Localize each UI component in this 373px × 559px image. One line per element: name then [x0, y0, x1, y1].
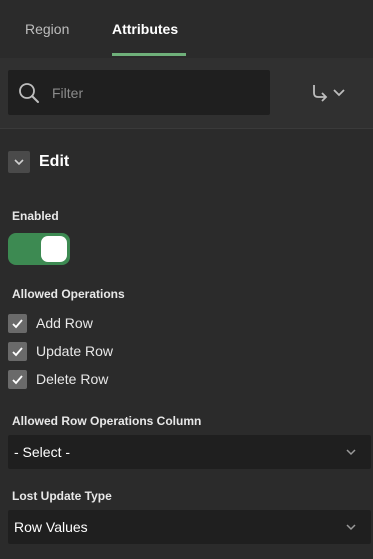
chevron-down-icon: [14, 159, 24, 166]
toolbar-divider: [0, 128, 373, 129]
checkbox-label: Update Row: [36, 343, 114, 359]
collapse-toggle[interactable]: [8, 151, 30, 173]
enabled-toggle[interactable]: [8, 233, 70, 265]
check-icon: [12, 346, 23, 356]
filter-box: [8, 70, 270, 115]
active-tab-indicator: [112, 53, 186, 56]
tab-attributes[interactable]: Attributes: [112, 21, 178, 37]
lost-update-type-label: Lost Update Type: [12, 489, 112, 503]
lost-update-type-select[interactable]: Row Values: [8, 510, 371, 544]
checkbox-label: Add Row: [36, 315, 93, 331]
go-to-group-button[interactable]: [300, 76, 356, 108]
tab-bar: Region Attributes: [0, 0, 373, 58]
toggle-knob: [41, 236, 67, 262]
tab-region[interactable]: Region: [25, 21, 69, 37]
checkbox[interactable]: [8, 341, 27, 361]
checkbox[interactable]: [8, 369, 27, 389]
checkbox-update-row[interactable]: Update Row: [8, 341, 113, 361]
select-value: - Select -: [14, 444, 71, 460]
check-icon: [12, 318, 23, 328]
row-operations-column-label: Allowed Row Operations Column: [12, 414, 202, 428]
chevron-down-icon: [346, 449, 356, 456]
edit-group-header[interactable]: Edit: [8, 150, 69, 174]
group-title: Edit: [39, 153, 70, 170]
property-toolbar: [0, 58, 373, 128]
search-icon: [19, 83, 39, 103]
checkbox-delete-row[interactable]: Delete Row: [8, 369, 108, 389]
checkbox-label: Delete Row: [36, 371, 109, 387]
enabled-label: Enabled: [12, 209, 59, 223]
filter-input[interactable]: [52, 82, 252, 104]
go-to-group-icon: [313, 85, 345, 102]
chevron-down-icon: [346, 524, 356, 531]
checkbox[interactable]: [8, 313, 27, 333]
row-operations-column-select[interactable]: - Select -: [8, 435, 371, 469]
allowed-operations-label: Allowed Operations: [12, 287, 125, 301]
select-value: Row Values: [14, 519, 88, 535]
checkbox-add-row[interactable]: Add Row: [8, 313, 93, 333]
check-icon: [12, 374, 23, 384]
